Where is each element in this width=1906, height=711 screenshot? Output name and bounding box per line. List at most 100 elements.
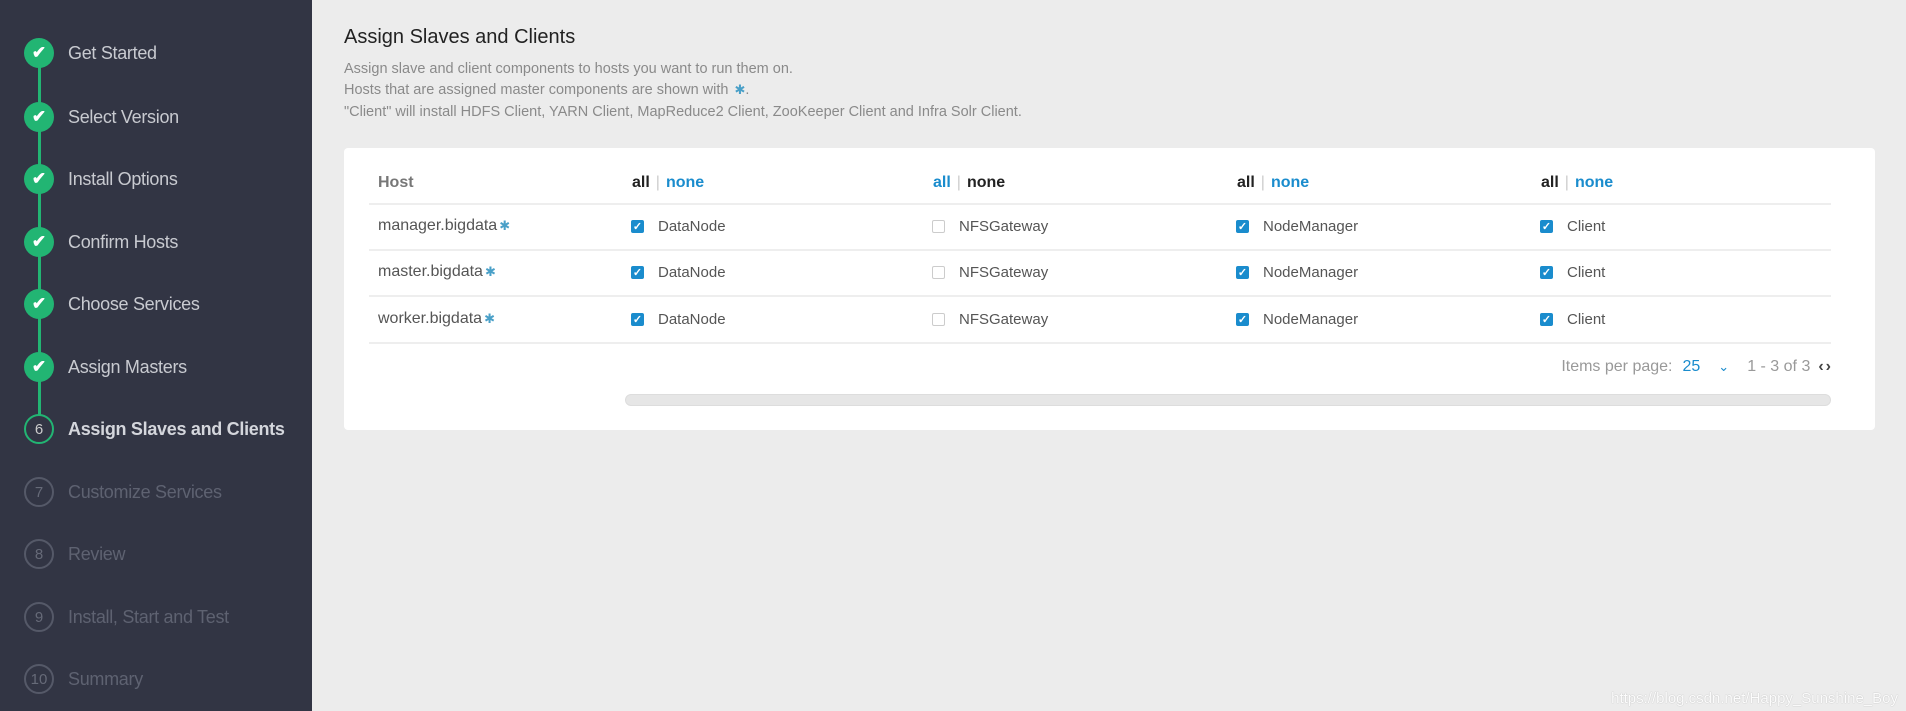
row-divider [369, 342, 1831, 344]
checkbox-checked-icon[interactable]: ✓ [1540, 313, 1553, 326]
row-divider [369, 249, 1831, 251]
items-per-page-select[interactable]: 25 [1682, 358, 1700, 376]
check-circle-icon: ✔ [24, 227, 54, 257]
description-end: . [745, 82, 750, 98]
select-all-link[interactable]: all [632, 174, 650, 191]
separator: | [655, 174, 660, 191]
checkbox-checked-icon[interactable]: ✓ [1540, 220, 1553, 233]
component-label: NFSGateway [959, 311, 1049, 328]
master-star-icon: ✱ [734, 82, 746, 97]
host-name: manager.bigdata ✱ [378, 217, 510, 235]
separator: | [1260, 174, 1265, 191]
column-select-header: all | none [1237, 174, 1309, 192]
master-star-icon: ✱ [484, 311, 495, 326]
host-name: worker.bigdata ✱ [378, 310, 495, 328]
sidebar-step-label: Customize Services [68, 481, 222, 502]
sidebar-step: ✔ Install Options [24, 164, 178, 194]
description-line-3: "Client" will install HDFS Client, YARN … [344, 104, 1022, 120]
component-label: NFSGateway [959, 218, 1049, 235]
sidebar-step-label: Confirm Hosts [68, 231, 179, 252]
column-select-header: all | none [933, 174, 1005, 192]
sidebar-step-label: Assign Slaves and Clients [68, 418, 285, 439]
component-checkbox[interactable]: NFSGateway [932, 218, 1048, 235]
sidebar-step: 9 Install, Start and Test [24, 602, 229, 632]
component-checkbox[interactable]: NFSGateway [932, 311, 1048, 328]
assignment-card: Host all | none all | none all | none all | none man… [344, 148, 1875, 430]
checkbox-checked-icon[interactable]: ✓ [1236, 313, 1249, 326]
component-checkbox[interactable]: ✓ NodeManager [1236, 311, 1358, 328]
check-circle-icon: ✔ [24, 38, 54, 68]
next-page-icon[interactable]: › [1826, 358, 1831, 376]
step-number: 7 [24, 477, 54, 507]
watermark: https://blog.csdn.net/Happy_Sunshine_Boy [1611, 690, 1898, 707]
checkbox-checked-icon[interactable]: ✓ [631, 313, 644, 326]
horizontal-scrollbar[interactable] [625, 394, 1831, 406]
row-divider [369, 295, 1831, 297]
pagination: Items per page: 25 ⌄ 1 - 3 of 3 ‹ › [1561, 358, 1831, 376]
component-checkbox[interactable]: ✓ DataNode [631, 264, 726, 281]
component-checkbox[interactable]: ✓ DataNode [631, 311, 726, 328]
component-checkbox[interactable]: NFSGateway [932, 264, 1048, 281]
checkbox-empty-icon[interactable] [932, 266, 945, 279]
component-checkbox[interactable]: ✓ Client [1540, 264, 1605, 281]
sidebar-step: ✔ Choose Services [24, 289, 200, 319]
description-line-2: Hosts that are assigned master component… [344, 82, 749, 98]
component-label: DataNode [658, 218, 726, 235]
select-all-link[interactable]: all [1237, 174, 1255, 191]
column-select-header: all | none [1541, 174, 1613, 192]
check-circle-icon: ✔ [24, 352, 54, 382]
host-label: manager.bigdata [378, 217, 498, 234]
component-label: Client [1567, 264, 1606, 281]
checkbox-empty-icon[interactable] [932, 313, 945, 326]
step-number: 10 [24, 664, 54, 694]
checkbox-empty-icon[interactable] [932, 220, 945, 233]
chevron-down-icon[interactable]: ⌄ [1718, 359, 1729, 375]
component-checkbox[interactable]: ✓ Client [1540, 311, 1605, 328]
component-checkbox[interactable]: ✓ DataNode [631, 218, 726, 235]
checkbox-checked-icon[interactable]: ✓ [1540, 266, 1553, 279]
component-checkbox[interactable]: ✓ Client [1540, 218, 1605, 235]
sidebar-step-label: Choose Services [68, 293, 200, 314]
separator: | [956, 174, 961, 191]
component-label: NodeManager [1263, 311, 1359, 328]
sidebar-step-label: Review [68, 543, 126, 564]
checkbox-checked-icon[interactable]: ✓ [1236, 220, 1249, 233]
sidebar-step-label: Get Started [68, 42, 157, 63]
select-all-link[interactable]: all [933, 174, 951, 191]
select-none-link[interactable]: none [1575, 174, 1613, 191]
description-line-1: Assign slave and client components to ho… [344, 61, 793, 77]
checkbox-checked-icon[interactable]: ✓ [1236, 266, 1249, 279]
wizard-sidebar: ✔ Get Started ✔ Select Version ✔ Install Opti… [0, 0, 312, 711]
sidebar-step: ✔ Assign Masters [24, 352, 187, 382]
component-label: NodeManager [1263, 264, 1359, 281]
component-label: NodeManager [1263, 218, 1359, 235]
checkbox-checked-icon[interactable]: ✓ [631, 220, 644, 233]
step-number: 9 [24, 602, 54, 632]
component-checkbox[interactable]: ✓ NodeManager [1236, 264, 1358, 281]
sidebar-step-label: Assign Masters [68, 356, 187, 377]
component-label: Client [1567, 311, 1606, 328]
check-circle-icon: ✔ [24, 164, 54, 194]
check-circle-icon: ✔ [24, 102, 54, 132]
page-title: Assign Slaves and Clients [344, 26, 576, 48]
sidebar-step-label: Install Options [68, 168, 178, 189]
select-none-link[interactable]: none [666, 174, 704, 191]
host-label: worker.bigdata [378, 310, 483, 327]
host-column-header: Host [378, 174, 414, 191]
checkbox-checked-icon[interactable]: ✓ [631, 266, 644, 279]
sidebar-step-label: Install, Start and Test [68, 606, 229, 627]
prev-page-icon[interactable]: ‹ [1818, 358, 1823, 376]
select-all-link[interactable]: all [1541, 174, 1559, 191]
host-name: master.bigdata ✱ [378, 263, 496, 281]
step-number: 8 [24, 539, 54, 569]
sidebar-step-label: Select Version [68, 106, 179, 127]
select-none-link[interactable]: none [1271, 174, 1309, 191]
select-none-link[interactable]: none [967, 174, 1005, 191]
sidebar-step: ✔ Select Version [24, 102, 179, 132]
sidebar-step: ✔ Get Started [24, 38, 157, 68]
component-checkbox[interactable]: ✓ NodeManager [1236, 218, 1358, 235]
sidebar-step: 10 Summary [24, 664, 143, 694]
component-label: DataNode [658, 264, 726, 281]
sidebar-step-label: Summary [68, 668, 143, 689]
component-label: NFSGateway [959, 264, 1049, 281]
